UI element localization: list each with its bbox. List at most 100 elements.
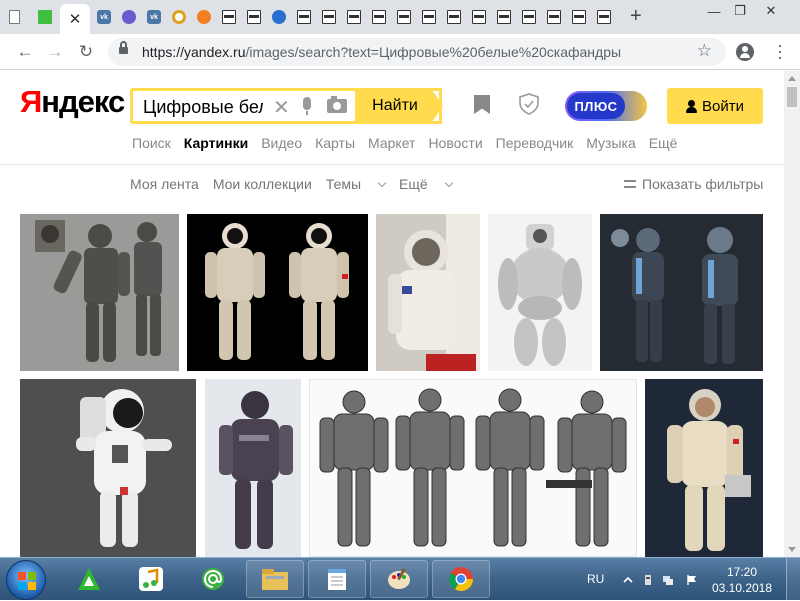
windows-taskbar: RU 17:20 03.10.2018	[0, 557, 800, 601]
tab-page-12[interactable]	[518, 6, 540, 28]
service-market[interactable]: Маркет	[368, 135, 415, 151]
tab-page-7[interactable]	[393, 6, 415, 28]
tab-orb[interactable]	[118, 6, 140, 28]
page-icon	[572, 10, 586, 24]
user-icon	[686, 99, 697, 113]
scroll-down-icon[interactable]	[788, 547, 796, 552]
clock-time: 17:20	[726, 565, 758, 579]
topics-dropdown[interactable]: Темы	[326, 176, 387, 192]
more-dropdown[interactable]: Ещё	[399, 176, 453, 192]
system-clock[interactable]: 17:20 03.10.2018	[710, 564, 774, 596]
scroll-up-icon[interactable]	[788, 76, 796, 81]
taskbar-a-launcher[interactable]	[60, 560, 118, 598]
forward-button[interactable]: →	[44, 41, 66, 63]
image-result-6[interactable]	[20, 379, 196, 557]
image-result-5[interactable]	[600, 214, 763, 371]
taskbar-paint[interactable]	[370, 560, 428, 598]
tab-vk-1[interactable]: vk	[93, 6, 115, 28]
image-result-1[interactable]	[20, 214, 179, 371]
login-button[interactable]: Войти	[667, 88, 763, 124]
input-language-indicator[interactable]: RU	[587, 572, 604, 586]
page-icon	[347, 10, 361, 24]
tray-chevron-icon[interactable]	[622, 574, 634, 586]
tab-vk-2[interactable]: vk	[143, 6, 165, 28]
ring-icon	[172, 10, 186, 24]
tab-page-1[interactable]	[218, 6, 240, 28]
service-video[interactable]: Видео	[261, 135, 302, 151]
image-result-2[interactable]	[187, 214, 368, 371]
tab-page-8[interactable]	[418, 6, 440, 28]
tab-page-2[interactable]	[243, 6, 265, 28]
tab-ring[interactable]	[168, 6, 190, 28]
at-sign-icon	[202, 568, 224, 590]
tab-fox[interactable]	[193, 6, 215, 28]
url-text[interactable]: https://yandex.ru/images/search?text=Циф…	[142, 44, 621, 60]
taskbar-chrome[interactable]	[432, 560, 490, 598]
tab-page-3[interactable]	[293, 6, 315, 28]
new-tab-button[interactable]: +	[630, 5, 642, 27]
search-input[interactable]: Цифровые бел	[143, 97, 263, 118]
tab-page-14[interactable]	[568, 6, 590, 28]
notepad-icon	[328, 569, 346, 590]
service-news[interactable]: Новости	[428, 135, 482, 151]
maximize-button[interactable]: ❐	[727, 0, 753, 22]
taskbar-notepad[interactable]	[308, 560, 366, 598]
action-center-flag-icon[interactable]	[686, 574, 698, 586]
show-filters-button[interactable]: Показать фильтры	[624, 176, 763, 192]
service-translator[interactable]: Переводчик	[496, 135, 574, 151]
service-maps[interactable]: Карты	[315, 135, 355, 151]
camera-icon[interactable]	[327, 96, 347, 113]
tab-page-10[interactable]	[468, 6, 490, 28]
tab-green[interactable]	[34, 6, 56, 28]
service-more[interactable]: Ещё	[649, 135, 678, 151]
image-result-7[interactable]	[205, 379, 301, 557]
service-images[interactable]: Картинки	[184, 135, 248, 151]
green-square-icon	[38, 10, 52, 24]
tab-document[interactable]	[3, 6, 25, 28]
tab-page-5[interactable]	[343, 6, 365, 28]
my-feed-link[interactable]: Моя лента	[130, 176, 199, 192]
network-icon[interactable]	[662, 574, 674, 586]
collections-bookmark-icon[interactable]	[474, 95, 490, 114]
tab-page-15[interactable]	[593, 6, 615, 28]
taskbar-explorer[interactable]	[246, 560, 304, 598]
tab-page-4[interactable]	[318, 6, 340, 28]
close-tab-icon[interactable]: ✕	[69, 10, 82, 28]
image-result-8[interactable]	[309, 379, 637, 557]
taskbar-music[interactable]	[122, 560, 180, 598]
tab-page-6[interactable]	[368, 6, 390, 28]
my-collections-link[interactable]: Мои коллекции	[213, 176, 312, 192]
minimize-button[interactable]: —	[701, 0, 727, 22]
plus-button[interactable]: ПЛЮС	[565, 91, 647, 121]
close-window-button[interactable]: ✕	[758, 0, 784, 22]
find-button[interactable]: Найти	[355, 88, 443, 124]
yandex-logo[interactable]: Яндекс	[20, 84, 125, 120]
taskbar-mail[interactable]	[184, 560, 242, 598]
bookmark-star-icon[interactable]: ☆	[697, 41, 712, 61]
image-result-9[interactable]	[645, 379, 763, 557]
image-result-3[interactable]	[376, 214, 480, 371]
image-result-4[interactable]	[488, 214, 592, 371]
tab-tele[interactable]	[268, 6, 290, 28]
clear-search-icon[interactable]: ✕	[273, 95, 290, 120]
tab-page-11[interactable]	[493, 6, 515, 28]
browser-menu-icon[interactable]: · · ·	[770, 36, 790, 66]
page-scrollbar[interactable]	[784, 71, 800, 557]
back-button[interactable]: ←	[14, 41, 36, 63]
microphone-icon[interactable]	[303, 97, 311, 115]
show-desktop-button[interactable]	[786, 558, 800, 601]
service-search[interactable]: Поиск	[132, 135, 171, 151]
tab-page-9[interactable]	[443, 6, 465, 28]
tab-active[interactable]: ✕	[60, 4, 90, 34]
address-bar[interactable]: https://yandex.ru/images/search?text=Циф…	[108, 38, 726, 66]
usb-device-icon[interactable]	[642, 574, 654, 586]
service-music[interactable]: Музыка	[586, 135, 636, 151]
reload-button[interactable]: ↻	[75, 41, 97, 63]
shield-check-icon[interactable]	[518, 93, 540, 115]
account-icon[interactable]	[736, 43, 754, 61]
page-icon	[547, 10, 561, 24]
tab-page-13[interactable]	[543, 6, 565, 28]
start-button[interactable]	[6, 560, 46, 600]
images-subnav: Моя лента Мои коллекции Темы Ещё	[130, 176, 466, 192]
scrollbar-thumb[interactable]	[787, 87, 797, 107]
